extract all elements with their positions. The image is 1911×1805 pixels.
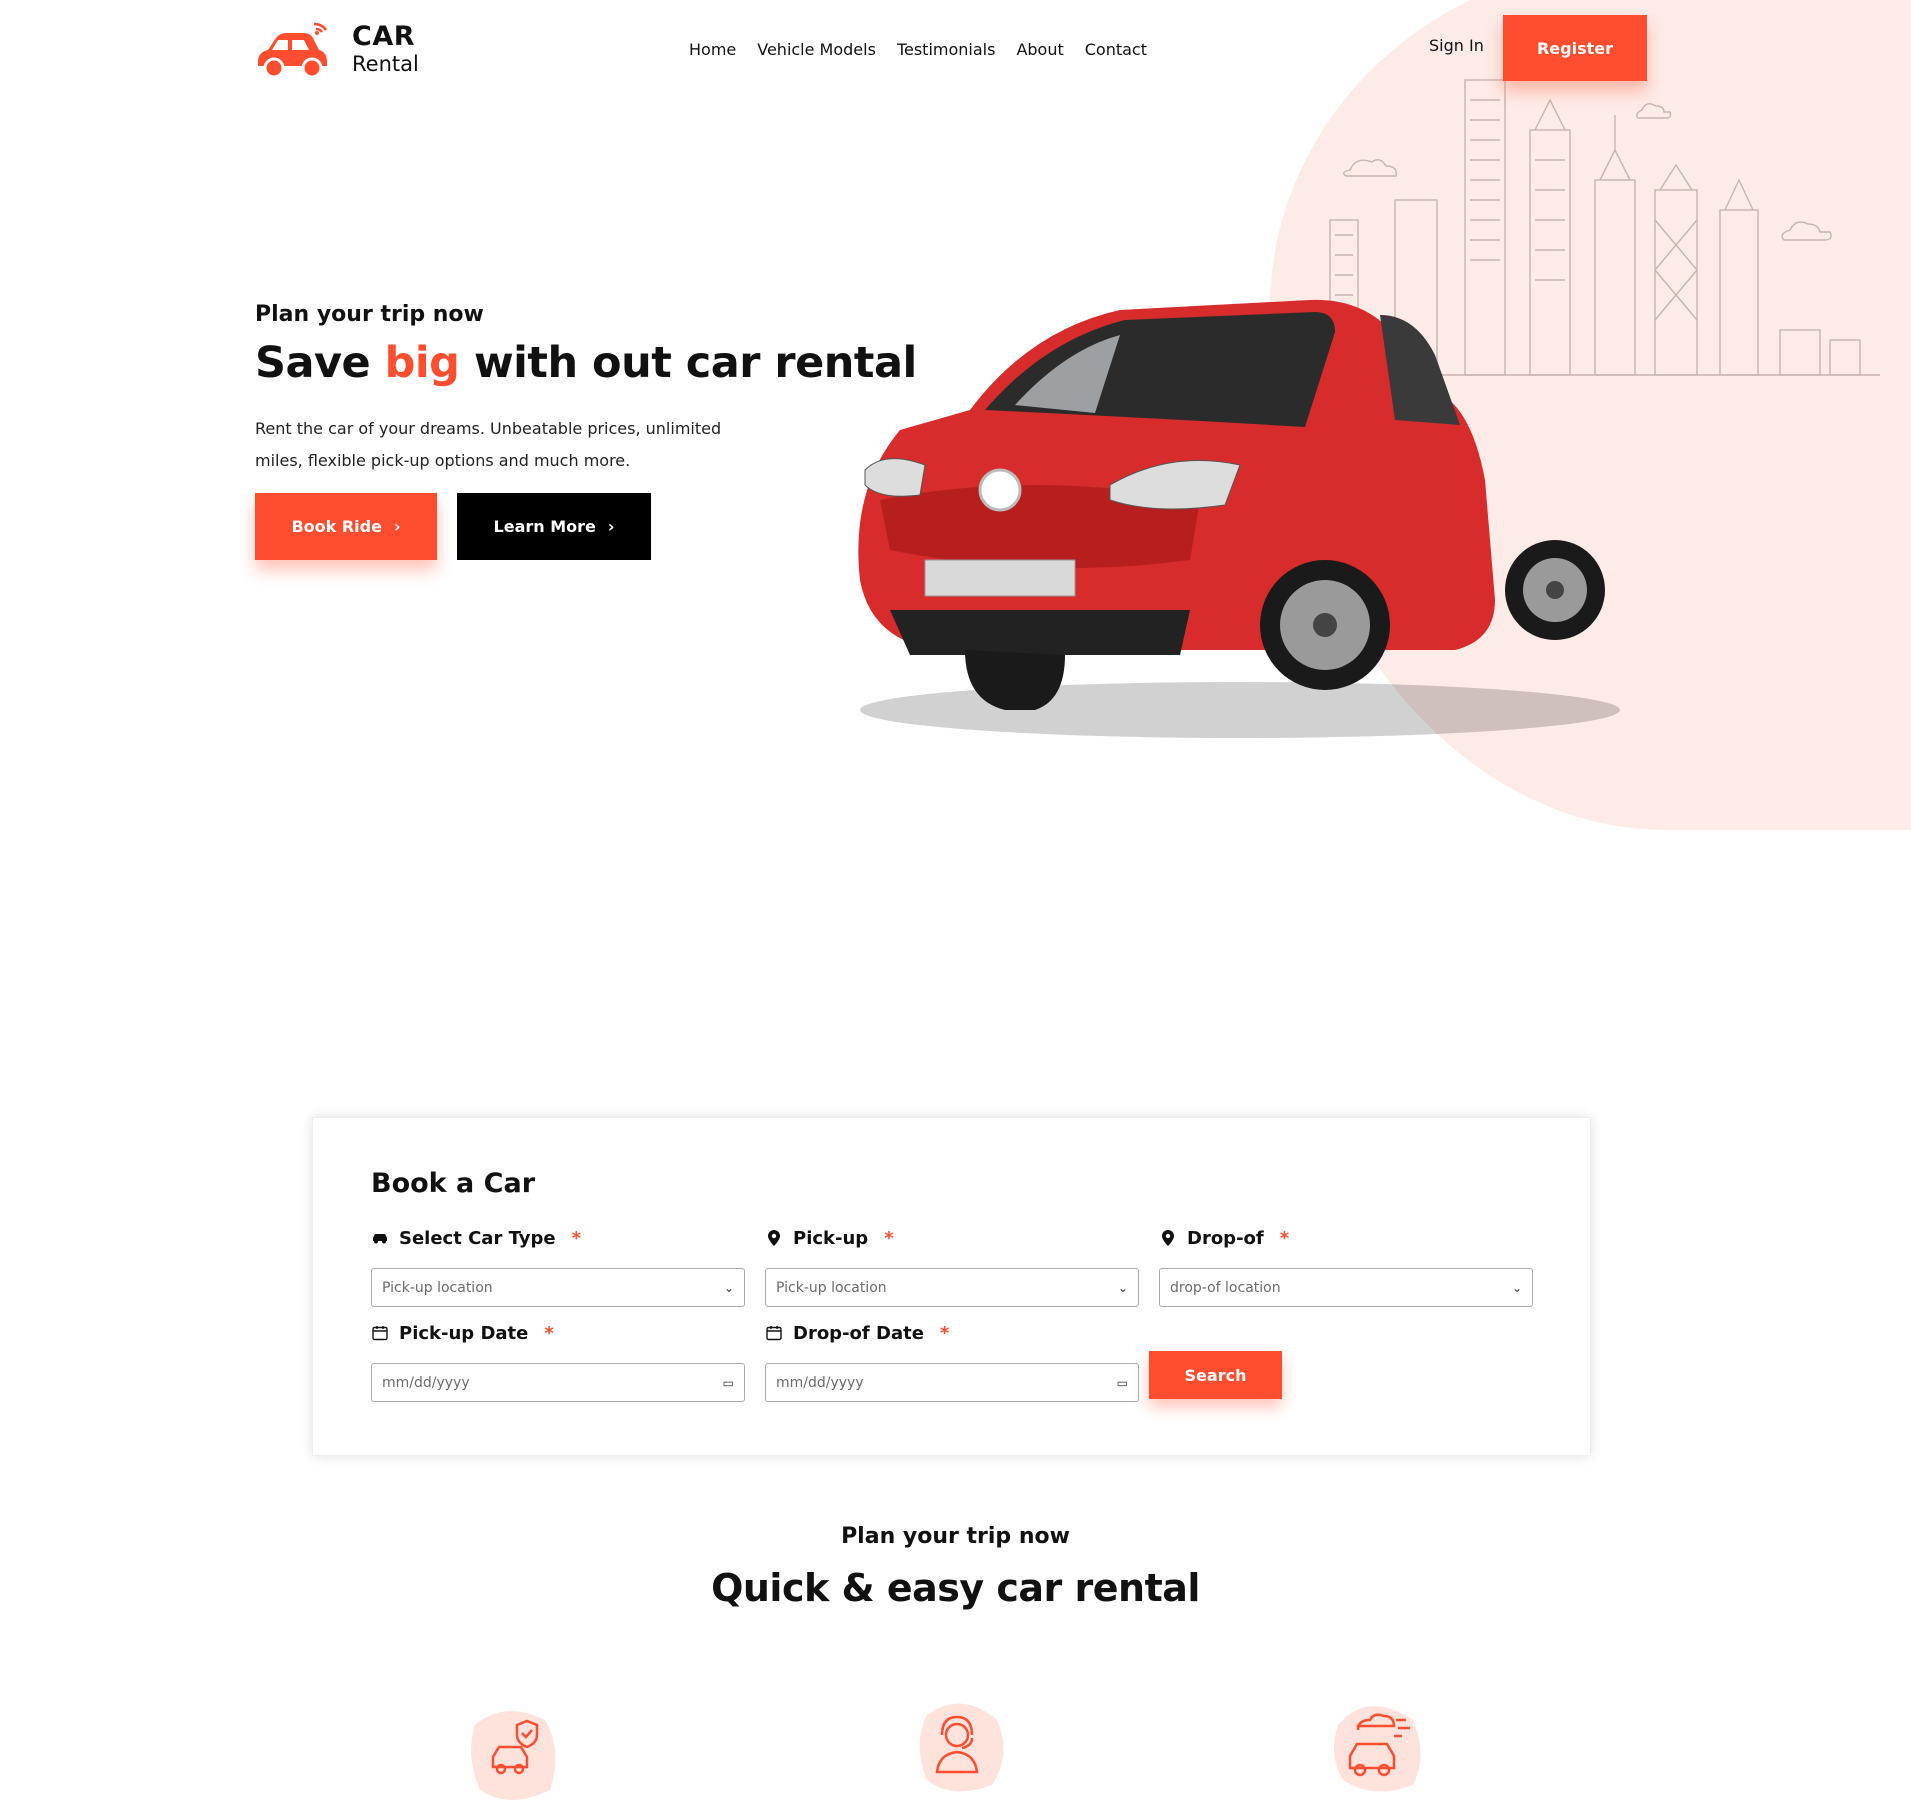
pickup-date-input[interactable]: mm/dd/yyyy ▭ [371, 1363, 745, 1402]
nav-contact[interactable]: Contact [1085, 40, 1147, 59]
car-shield-icon [471, 1711, 556, 1800]
nav-testimonials[interactable]: Testimonials [897, 40, 996, 59]
pickup-location-value: Pick-up location [776, 1279, 887, 1296]
chevron-down-icon: ⌄ [1511, 1280, 1522, 1295]
dropoff-date-input[interactable]: mm/dd/yyyy ▭ [765, 1363, 1139, 1402]
nav-vehicle-models[interactable]: Vehicle Models [757, 40, 876, 59]
required-marker: * [1279, 1227, 1290, 1249]
car-fast-icon [1334, 1706, 1421, 1792]
search-button[interactable]: Search [1149, 1351, 1282, 1399]
car-type-label: Select Car Type [399, 1227, 556, 1249]
dropoff-location-value: drop-of location [1170, 1279, 1281, 1296]
dropoff-date-field: Drop-of Date * mm/dd/yyyy ▭ [765, 1321, 1139, 1402]
required-marker: * [939, 1322, 950, 1344]
booking-title: Book a Car [371, 1168, 536, 1199]
pickup-date-placeholder: mm/dd/yyyy [382, 1374, 470, 1391]
calendar-icon [372, 1326, 388, 1341]
hero-title-accent: big [384, 338, 460, 388]
learn-more-button[interactable]: Learn More › [457, 493, 651, 560]
dropoff-location-select[interactable]: drop-of location ⌄ [1159, 1268, 1533, 1307]
dropoff-field: Drop-of * drop-of location ⌄ [1159, 1226, 1533, 1307]
location-pin-icon [1162, 1230, 1174, 1246]
plan-title: Quick & easy car rental [711, 1566, 1200, 1610]
brand-logo[interactable]: CAR Rental [254, 18, 419, 80]
required-marker: * [544, 1322, 554, 1344]
sign-in-link[interactable]: Sign In [1429, 36, 1484, 55]
chevron-right-icon: › [393, 517, 401, 536]
site-header: CAR Rental Home Vehicle Models Testimoni… [0, 0, 1911, 110]
nav-home[interactable]: Home [689, 40, 736, 59]
car-type-field: Select Car Type * Pick-up location ⌄ [371, 1226, 745, 1307]
pickup-date-field: Pick-up Date * mm/dd/yyyy ▭ [371, 1321, 745, 1402]
chevron-down-icon: ⌄ [1117, 1280, 1128, 1295]
pickup-date-label: Pick-up Date [399, 1322, 529, 1344]
location-pin-icon [768, 1230, 780, 1246]
hero-car-image [858, 299, 1620, 738]
required-marker: * [571, 1227, 581, 1249]
main-navigation: Home Vehicle Models Testimonials About C… [689, 40, 1147, 59]
pickup-field: Pick-up * Pick-up location ⌄ [765, 1226, 1139, 1307]
nav-about[interactable]: About [1016, 40, 1063, 59]
hero-kicker: Plan your trip now [255, 302, 484, 327]
calendar-icon [766, 1326, 782, 1341]
dropoff-label: Drop-of [1187, 1227, 1264, 1249]
calendar-picker-icon[interactable]: ▭ [1117, 1376, 1128, 1390]
pickup-label: Pick-up [793, 1227, 869, 1249]
required-marker: * [884, 1227, 894, 1249]
hero-title-start: Save [255, 338, 385, 388]
book-a-car-form: Book a Car Select Car Type * Pick-up loc… [312, 1117, 1591, 1456]
plan-kicker: Plan your trip now [841, 1524, 1070, 1549]
hero-description: Rent the car of your dreams. Unbeatable … [255, 419, 722, 470]
pickup-location-select[interactable]: Pick-up location ⌄ [765, 1268, 1139, 1307]
calendar-picker-icon[interactable]: ▭ [723, 1376, 734, 1390]
car-wifi-logo-icon [258, 22, 328, 79]
book-ride-label: Book Ride [291, 517, 382, 536]
support-agent-icon [919, 1703, 1004, 1792]
hero-title: Save big with out car rental [255, 338, 917, 388]
car-icon [373, 1234, 387, 1244]
brand-name: CAR [352, 21, 416, 52]
dropoff-date-label: Drop-of Date [793, 1322, 924, 1344]
dropoff-date-placeholder: mm/dd/yyyy [776, 1374, 864, 1391]
car-type-select[interactable]: Pick-up location ⌄ [371, 1268, 745, 1307]
car-type-value: Pick-up location [382, 1279, 493, 1296]
register-button[interactable]: Register [1503, 15, 1647, 81]
book-ride-button[interactable]: Book Ride › [255, 493, 437, 560]
brand-subtitle: Rental [352, 52, 419, 76]
chevron-right-icon: › [607, 517, 615, 536]
chevron-down-icon: ⌄ [723, 1280, 734, 1295]
learn-more-label: Learn More [493, 517, 596, 536]
